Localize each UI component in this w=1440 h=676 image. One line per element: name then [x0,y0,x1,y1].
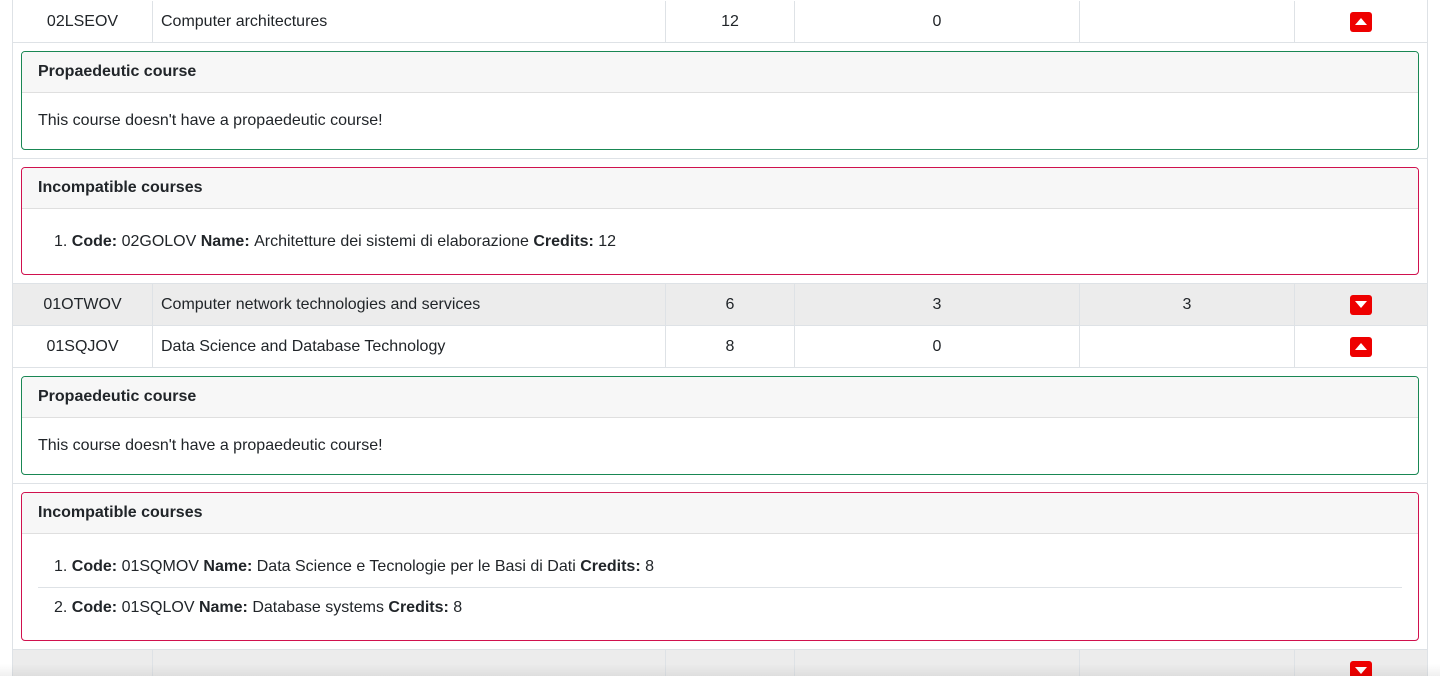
courses-table: 02LSEOV Computer architectures 12 0 Prop… [12,0,1428,676]
propaedeutic-title: Propaedeutic course [22,52,1418,93]
collapse-button[interactable] [1350,336,1372,357]
course-enrolled: 0 [795,1,1080,42]
list-item: 1. Code: 02GOLOV Name: Architetture dei … [54,232,617,250]
course-enrolled: 0 [795,326,1080,367]
course-credits: 6 [666,284,795,325]
course-detail: Incompatible courses 1. Code: 02GOLOV Na… [13,158,1427,283]
table-row [13,649,1427,676]
incompatible-list: 1. Code: 02GOLOV Name: Architetture dei … [22,209,1418,274]
expand-button[interactable] [1350,294,1372,315]
course-code: 02LSEOV [13,1,153,42]
course-max-students [1080,1,1295,42]
course-credits: 12 [666,1,795,42]
incompatible-card: Incompatible courses 1. Code: 02GOLOV Na… [21,167,1419,275]
course-code: 01SQJOV [13,326,153,367]
course-max-students [1080,326,1295,367]
expand-button[interactable] [1350,660,1372,676]
propaedeutic-title: Propaedeutic course [22,377,1418,418]
course-detail: Propaedeutic course This course doesn't … [13,42,1427,158]
propaedeutic-message: This course doesn't have a propaedeutic … [38,112,383,129]
table-row: 02LSEOV Computer architectures 12 0 [13,1,1427,42]
propaedeutic-card: Propaedeutic course This course doesn't … [21,376,1419,475]
course-name: Data Science and Database Technology [153,326,666,367]
caret-up-icon [1355,18,1367,25]
course-enrolled: 3 [795,284,1080,325]
propaedeutic-message: This course doesn't have a propaedeutic … [38,437,383,454]
course-code: 01OTWOV [13,284,153,325]
incompatible-title: Incompatible courses [22,493,1418,534]
course-detail: Propaedeutic course This course doesn't … [13,367,1427,483]
list-item: 1. Code: 01SQMOV Name: Data Science e Te… [54,557,655,575]
incompatible-list: 1. Code: 01SQMOV Name: Data Science e Te… [22,534,1418,640]
list-item: 2. Code: 01SQLOV Name: Database systems … [38,587,1402,628]
incompatible-title: Incompatible courses [22,168,1418,209]
propaedeutic-card: Propaedeutic course This course doesn't … [21,51,1419,150]
course-credits: 8 [666,326,795,367]
caret-down-icon [1355,301,1367,308]
course-name: Computer architectures [153,1,666,42]
table-row: 01OTWOV Computer network technologies an… [13,283,1427,325]
collapse-button[interactable] [1350,11,1372,32]
table-row: 01SQJOV Data Science and Database Techno… [13,325,1427,367]
caret-up-icon [1355,343,1367,350]
course-name: Computer network technologies and servic… [153,284,666,325]
course-max-students: 3 [1080,284,1295,325]
caret-down-icon [1355,667,1367,674]
incompatible-card: Incompatible courses 1. Code: 01SQMOV Na… [21,492,1419,641]
course-detail: Incompatible courses 1. Code: 01SQMOV Na… [13,483,1427,649]
